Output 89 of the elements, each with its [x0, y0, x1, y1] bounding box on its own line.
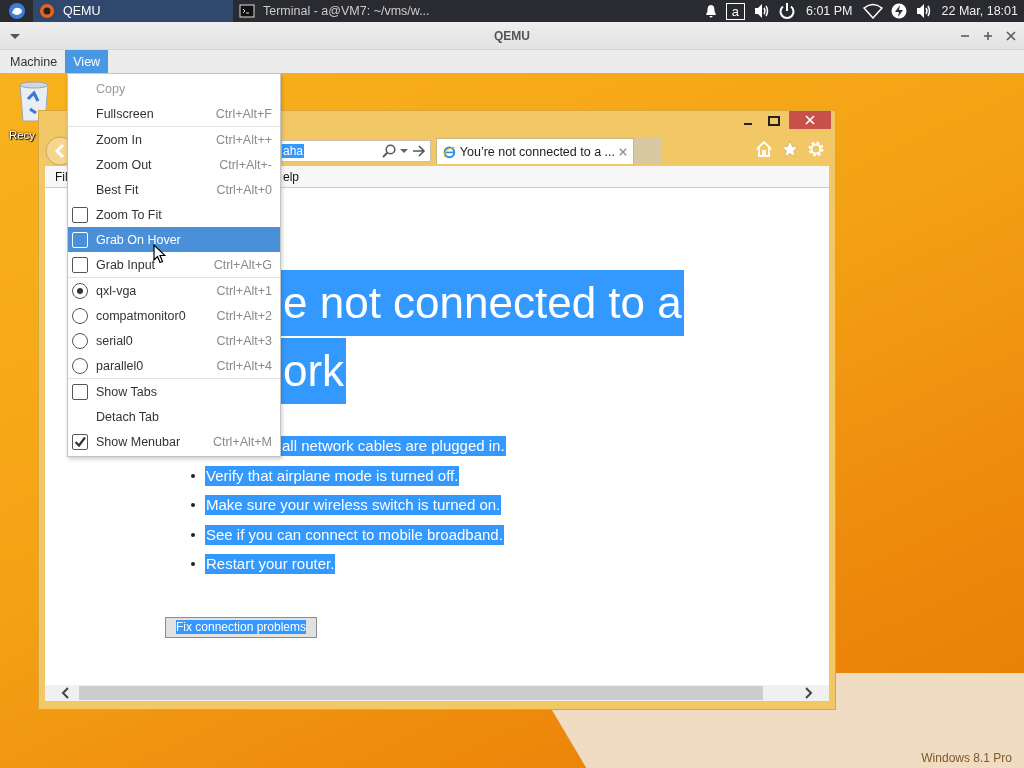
close-button[interactable] [789, 111, 831, 129]
radio-icon[interactable] [72, 357, 88, 374]
shortcut-label: Ctrl+Alt+0 [216, 182, 272, 197]
shortcut-label: Ctrl+Alt+3 [216, 333, 272, 348]
menu-item-label: qxl-vga [96, 283, 138, 298]
shortcut-label: Ctrl+Alt+M [212, 434, 272, 449]
menu-item-label: Zoom Out [96, 157, 153, 172]
radio-icon[interactable] [72, 307, 88, 324]
menu-item[interactable]: Detach Tab [68, 404, 280, 429]
maximize-icon[interactable] [982, 29, 994, 42]
close-icon[interactable] [619, 146, 627, 157]
menu-item[interactable]: Grab Input Ctrl+Alt+G [68, 252, 280, 277]
menu-item-label: serial0 [96, 333, 134, 348]
radio-icon[interactable] [72, 332, 88, 349]
selected-radio-icon[interactable] [72, 282, 88, 299]
bullet-dot [191, 503, 195, 507]
keyboard-layout-indicator[interactable]: a [725, 2, 745, 20]
scrollbar-thumb[interactable] [79, 686, 763, 700]
menu-item[interactable]: qxl-vga Ctrl+Alt+1 [68, 278, 280, 303]
menu-item-label: parallel0 [96, 358, 145, 373]
mouse-pointer-icon [153, 244, 166, 264]
menu-item-label: compatmonitor0 [96, 308, 187, 323]
star-icon[interactable] [781, 140, 799, 158]
bullet-text: See if you can connect to mobile broadband. [205, 524, 504, 545]
bullet-text: Make sure your wireless switch is turned on. [205, 495, 502, 515]
arrow-right-icon[interactable] [412, 144, 426, 158]
bell-icon[interactable] [703, 3, 718, 19]
menu-item[interactable]: Zoom Out Ctrl+Alt+- [68, 152, 280, 177]
taskbar-button[interactable]: QEMU [33, 0, 233, 22]
bullet-dot [191, 532, 195, 537]
shortcut-label: Ctrl+Alt+- [219, 157, 272, 172]
speaker-icon[interactable] [753, 2, 770, 20]
menu-item-label: Copy [96, 81, 127, 96]
chevron-left-icon[interactable] [61, 687, 71, 699]
shortcut-label: Ctrl+Alt++ [216, 132, 272, 147]
os-edition-label: Windows 8.1 Pro [921, 751, 1012, 765]
menu-item-label: Grab Input [96, 257, 157, 272]
menu-item[interactable]: Zoom In Ctrl+Alt++ [68, 127, 280, 152]
window-title: QEMU [493, 28, 531, 43]
search-icon[interactable] [382, 144, 396, 158]
menu-item[interactable]: compatmonitor0 Ctrl+Alt+2 [68, 303, 280, 328]
shortcut-label: Ctrl+Alt+G [213, 257, 272, 272]
bullet-dot [191, 473, 195, 478]
menu-item[interactable]: Machine [0, 50, 66, 73]
window-menu-icon[interactable] [9, 31, 21, 40]
checkbox-icon[interactable] [72, 256, 88, 273]
close-icon [805, 115, 815, 125]
menu-item[interactable]: Show Menubar Ctrl+Alt+M [68, 429, 280, 454]
taskbar-button[interactable]: Terminal - a@VM7: ~/vms/w... [233, 0, 433, 22]
chevron-right-icon[interactable] [803, 687, 813, 699]
speaker-icon[interactable] [914, 2, 932, 20]
clock[interactable]: 6:01 PM [806, 4, 853, 18]
menu-item-label: Detach Tab [96, 409, 160, 424]
menu-item[interactable]: parallel0 Ctrl+Alt+4 [68, 353, 280, 378]
recycle-bin-icon[interactable] [16, 79, 52, 123]
menu-item-label: Fullscreen [96, 106, 155, 121]
shortcut-label: Ctrl+Alt+4 [216, 358, 272, 373]
menu-item[interactable]: Zoom To Fit [68, 202, 280, 227]
shortcut-label: Ctrl+Alt+F [215, 106, 272, 121]
menu-item[interactable]: Best Fit Ctrl+Alt+0 [68, 177, 280, 202]
menu-item[interactable]: Show Tabs [68, 379, 280, 404]
shortcut-label: Ctrl+Alt+2 [216, 308, 272, 323]
shortcut-label: Ctrl+Alt+1 [216, 283, 272, 298]
app-menu-icon[interactable] [6, 0, 28, 22]
menu-item-label: Grab On Hover [96, 232, 182, 247]
close-icon[interactable] [1005, 29, 1017, 42]
terminal-icon [239, 3, 255, 19]
menu-item-label: Show Menubar [96, 434, 182, 449]
bullet-text: Verify that airplane mode is turned off. [205, 465, 460, 486]
power-icon[interactable] [778, 2, 796, 20]
menu-item-label: Show Tabs [96, 384, 158, 399]
browser-tab[interactable]: You’re not connected to a ... [436, 138, 634, 164]
checkbox-icon[interactable] [72, 383, 88, 400]
date[interactable]: 22 Mar, 18:01 [941, 4, 1018, 18]
bullet-text: all network cables are plugged in. [281, 436, 506, 456]
app-logo-icon [39, 3, 55, 19]
menu-item-label: Best Fit [96, 182, 140, 197]
checked-checkbox-icon[interactable] [72, 433, 88, 450]
menu-item[interactable]: serial0 Ctrl+Alt+3 [68, 328, 280, 353]
menu-item[interactable]: elp [283, 169, 299, 184]
menu-item-label: Zoom To Fit [96, 207, 163, 222]
checkbox-icon[interactable] [72, 206, 88, 223]
battery-charging-icon[interactable] [890, 3, 907, 19]
horizontal-scrollbar[interactable] [45, 685, 829, 701]
menu-item-label: Zoom In [96, 132, 143, 147]
bullet-text: Restart your router. [205, 554, 336, 574]
wifi-icon[interactable] [862, 3, 883, 19]
bullet-dot [191, 562, 195, 566]
menu-item[interactable]: Fullscreen Ctrl+Alt+F [68, 101, 280, 126]
